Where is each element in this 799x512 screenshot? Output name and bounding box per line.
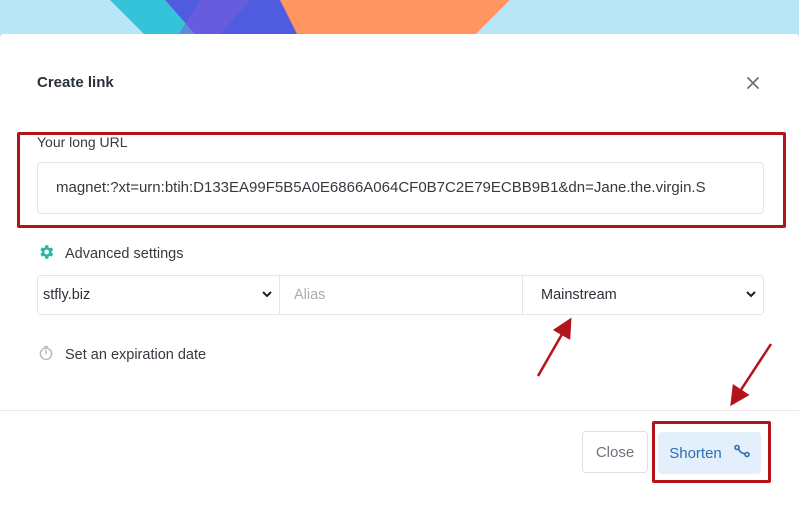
shorten-button[interactable]: Shorten bbox=[658, 432, 761, 474]
link-icon bbox=[733, 444, 750, 462]
stopwatch-icon bbox=[37, 344, 55, 367]
link-type-select[interactable]: Mainstream bbox=[523, 276, 763, 314]
long-url-input[interactable]: magnet:?xt=urn:btih:D133EA99F5B5A0E6866A… bbox=[37, 162, 764, 214]
footer-divider bbox=[0, 410, 799, 411]
chevron-down-icon bbox=[745, 288, 757, 304]
close-icon[interactable] bbox=[743, 73, 763, 93]
domain-select-value: stfly.biz bbox=[43, 287, 91, 303]
url-label: Your long URL bbox=[37, 134, 128, 150]
alias-input[interactable]: Alias bbox=[280, 276, 523, 314]
domain-select[interactable]: stfly.biz bbox=[38, 276, 280, 314]
expiration-label: Set an expiration date bbox=[65, 347, 207, 363]
create-link-modal: Create link Your long URL magnet:?xt=urn… bbox=[0, 34, 799, 512]
close-button[interactable]: Close bbox=[582, 431, 648, 473]
modal-title: Create link bbox=[37, 74, 114, 91]
advanced-settings-toggle[interactable]: Advanced settings bbox=[37, 244, 184, 264]
expiration-toggle[interactable]: Set an expiration date bbox=[37, 345, 206, 365]
link-type-select-value: Mainstream bbox=[541, 287, 617, 303]
gear-icon bbox=[37, 243, 55, 266]
chevron-down-icon bbox=[261, 288, 273, 304]
advanced-settings-label: Advanced settings bbox=[65, 246, 184, 262]
advanced-settings-row: stfly.biz Alias Mainstream bbox=[37, 275, 764, 315]
shorten-button-label: Shorten bbox=[669, 444, 722, 462]
